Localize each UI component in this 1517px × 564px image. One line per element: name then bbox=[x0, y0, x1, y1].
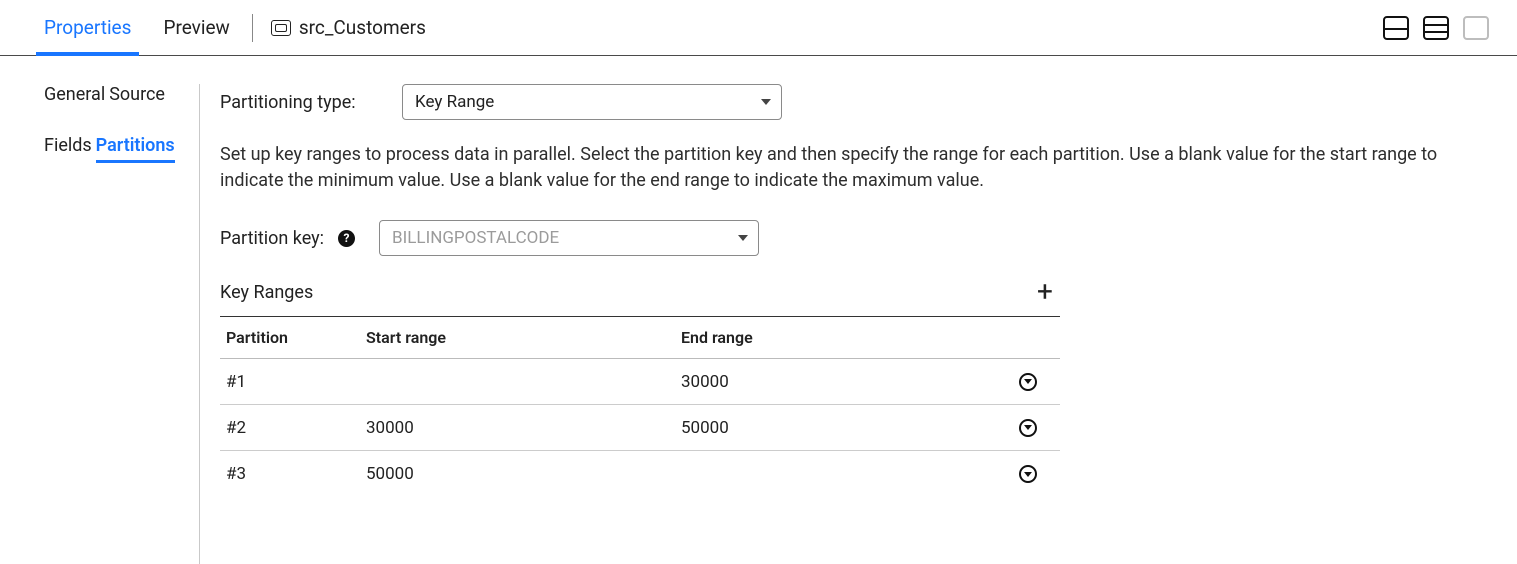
layout-split-triple-icon[interactable] bbox=[1423, 16, 1449, 40]
cell-partition: #1 bbox=[220, 372, 360, 392]
row-menu-button[interactable] bbox=[1019, 373, 1037, 391]
source-node-icon bbox=[271, 20, 291, 36]
cell-partition: #2 bbox=[220, 418, 360, 438]
panel-body: General Source Fields Partitions Partiti… bbox=[0, 56, 1517, 564]
col-end-range: End range bbox=[675, 328, 990, 347]
layout-switcher bbox=[1383, 16, 1489, 40]
sidebar-item-source[interactable]: Source bbox=[109, 84, 165, 105]
add-range-button[interactable]: + bbox=[1030, 278, 1060, 306]
col-partition: Partition bbox=[220, 328, 360, 347]
partition-key-value: BILLINGPOSTALCODE bbox=[392, 228, 559, 248]
source-name: src_Customers bbox=[299, 16, 426, 39]
chevron-down-icon bbox=[738, 235, 748, 241]
key-ranges-header: Key Ranges + bbox=[220, 278, 1060, 306]
partitions-panel: Partitioning type: Key Range Set up key … bbox=[200, 84, 1517, 564]
partitioning-description: Set up key ranges to process data in par… bbox=[220, 142, 1470, 194]
table-row: #1 30000 bbox=[220, 359, 1060, 405]
partitioning-type-label: Partitioning type: bbox=[220, 92, 388, 113]
cell-start-range[interactable]: 50000 bbox=[360, 464, 675, 484]
table-header: Partition Start range End range bbox=[220, 317, 1060, 359]
cell-end-range[interactable]: 50000 bbox=[675, 418, 990, 438]
partitioning-type-select[interactable]: Key Range bbox=[402, 84, 782, 120]
layout-single-icon[interactable] bbox=[1463, 16, 1489, 40]
partition-key-label: Partition key: bbox=[220, 228, 324, 249]
key-ranges-title: Key Ranges bbox=[220, 282, 313, 303]
key-ranges-table: Partition Start range End range #1 30000… bbox=[220, 316, 1060, 497]
layout-split-horizontal-icon[interactable] bbox=[1383, 16, 1409, 40]
partition-key-select[interactable]: BILLINGPOSTALCODE bbox=[379, 220, 759, 256]
divider bbox=[252, 14, 253, 42]
source-breadcrumb: src_Customers bbox=[271, 16, 426, 39]
tab-preview[interactable]: Preview bbox=[159, 0, 233, 55]
partition-key-row: Partition key: ? BILLINGPOSTALCODE bbox=[220, 220, 1493, 256]
col-start-range: Start range bbox=[360, 328, 675, 347]
cell-end-range[interactable]: 30000 bbox=[675, 372, 990, 392]
tab-properties[interactable]: Properties bbox=[40, 0, 135, 55]
row-menu-button[interactable] bbox=[1019, 465, 1037, 483]
sidebar-item-fields[interactable]: Fields bbox=[44, 135, 92, 156]
partitioning-type-row: Partitioning type: Key Range bbox=[220, 84, 1493, 120]
chevron-down-icon bbox=[761, 99, 771, 105]
cell-start-range[interactable]: 30000 bbox=[360, 418, 675, 438]
partitioning-type-value: Key Range bbox=[415, 92, 494, 112]
header-tabs: Properties Preview bbox=[40, 0, 234, 55]
panel-header: Properties Preview src_Customers bbox=[0, 0, 1517, 56]
properties-sidebar: General Source Fields Partitions bbox=[0, 84, 200, 564]
help-icon[interactable]: ? bbox=[338, 230, 355, 247]
cell-partition: #3 bbox=[220, 464, 360, 484]
sidebar-item-general[interactable]: General bbox=[44, 84, 105, 105]
table-row: #2 30000 50000 bbox=[220, 405, 1060, 451]
table-row: #3 50000 bbox=[220, 451, 1060, 497]
sidebar-item-partitions[interactable]: Partitions bbox=[96, 135, 175, 163]
row-menu-button[interactable] bbox=[1019, 419, 1037, 437]
